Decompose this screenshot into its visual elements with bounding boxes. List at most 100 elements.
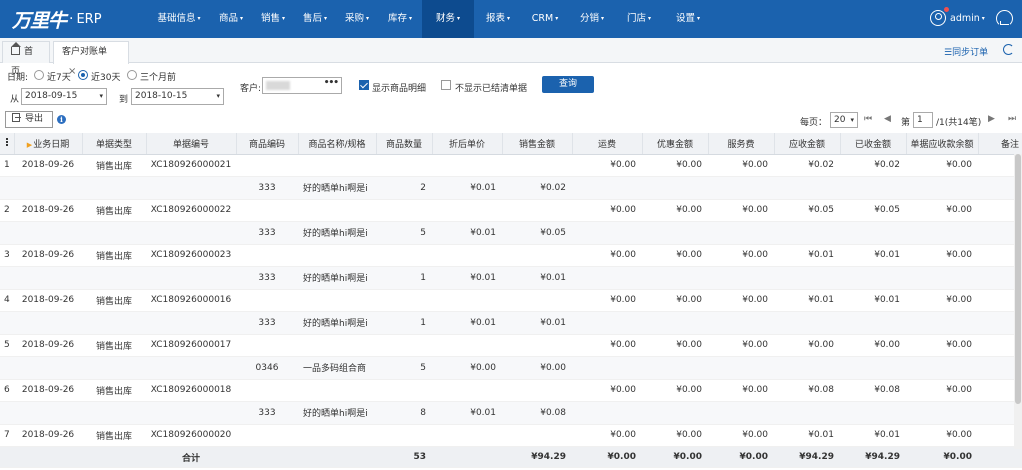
nav-item-5[interactable]: 库存 ▾ — [378, 0, 422, 38]
total-received: ¥94.29 — [840, 446, 906, 468]
nav-item-10[interactable]: 门店 ▾ — [616, 0, 662, 38]
tab-customer-statement[interactable]: 客户对账单× — [53, 41, 129, 77]
column-header-sales-amount[interactable]: 销售金额 — [502, 133, 573, 155]
column-header-doc-no[interactable]: 单据编号 — [146, 133, 237, 155]
first-page-button[interactable]: ⏮ — [864, 114, 872, 124]
column-header-item-code[interactable]: 商品编码 — [236, 133, 299, 155]
table-detail-row[interactable]: 333 好的晒单hi啊是i 5 ¥0.01 ¥0.05 — [0, 221, 1022, 245]
cell-doc-type: 销售出库 — [82, 379, 146, 402]
nav-item-2[interactable]: 销售 ▾ — [252, 0, 294, 38]
chevron-down-icon: ▾ — [197, 15, 201, 22]
hide-settled-checkbox[interactable] — [441, 80, 451, 90]
radio-3months[interactable] — [127, 70, 137, 80]
cell-freight: ¥0.00 — [572, 289, 642, 312]
total-balance: ¥0.00 — [906, 446, 978, 468]
sort-icon: ▶ — [26, 140, 33, 149]
table-detail-row[interactable]: 0346 一品多码组合商 5 ¥0.00 ¥0.00 — [0, 356, 1022, 380]
nav-item-7[interactable]: 报表 ▾ — [474, 0, 522, 38]
table-row[interactable]: 1 2018-09-26 销售出库 XC180926000021 ¥0.00 ¥0.00 ¥… — [0, 154, 1022, 177]
headset-icon[interactable] — [996, 10, 1013, 27]
cell-empty — [708, 356, 774, 380]
cell-received: ¥0.01 — [840, 289, 906, 312]
nav-item-9[interactable]: 分销 ▾ — [568, 0, 616, 38]
show-detail-checkbox[interactable] — [359, 80, 369, 90]
from-date-select[interactable]: 2018-09-15 ▾ — [21, 88, 107, 105]
info-icon[interactable]: i — [57, 115, 66, 124]
chevron-down-icon: ▾ — [240, 15, 244, 22]
cell-doc-no: XC180926000021 — [146, 154, 236, 177]
total-freight: ¥0.00 — [572, 446, 642, 468]
query-button[interactable]: 查询 — [542, 76, 594, 93]
from-label: 从 — [10, 95, 20, 105]
cell-idx: 1 — [0, 154, 14, 177]
nav-item-6[interactable]: 财务 ▾ — [422, 0, 474, 38]
column-header-freight[interactable]: 运费 — [572, 133, 643, 155]
cell-empty — [502, 424, 572, 447]
nav-item-4[interactable]: 采购 ▾ — [336, 0, 378, 38]
column-header-balance[interactable]: 单据应收款余额 — [906, 133, 979, 155]
vertical-scrollbar[interactable] — [1014, 154, 1022, 449]
cell-date: 2018-09-26 — [14, 244, 82, 267]
nav-item-8[interactable]: CRM ▾ — [522, 0, 568, 38]
radio-30days[interactable] — [78, 70, 88, 80]
chevron-down-icon: ▾ — [324, 15, 328, 22]
per-page-select[interactable]: 20 ▾ — [830, 112, 858, 128]
cell-empty — [82, 401, 146, 425]
nav-item-0[interactable]: 基础信息 ▾ — [148, 0, 210, 38]
cell-freight: ¥0.00 — [572, 154, 642, 177]
logo-text: 万里牛 — [12, 9, 67, 32]
chevron-down-icon: ▾ — [555, 15, 559, 22]
refresh-icon[interactable] — [1003, 44, 1014, 55]
table-row[interactable]: 5 2018-09-26 销售出库 XC180926000017 ¥0.00 ¥0.00 ¥… — [0, 334, 1022, 357]
total-label: 合计 — [146, 446, 236, 468]
tab-bar: 首页 客户对账单× — [0, 38, 1022, 77]
sync-orders-link[interactable]: ☰同步订单 — [944, 45, 988, 58]
nav-item-3[interactable]: 售后 ▾ — [294, 0, 336, 38]
table-row[interactable]: 7 2018-09-26 销售出库 XC180926000020 ¥0.00 ¥0.00 ¥… — [0, 424, 1022, 447]
table-detail-row[interactable]: 333 好的晒单hi啊是i 8 ¥0.01 ¥0.08 — [0, 401, 1022, 425]
page-prefix: 第 — [901, 118, 911, 128]
page-number-input[interactable]: 1 — [913, 112, 933, 128]
more-icon[interactable]: ••• — [324, 78, 339, 88]
nav-item-11[interactable]: 设置 ▾ — [662, 0, 714, 38]
brand-logo[interactable]: 万里牛 · ERP — [12, 8, 102, 32]
cell-name: 好的晒单hi啊是i — [298, 311, 376, 335]
column-header-discount[interactable]: 优惠金额 — [642, 133, 709, 155]
prev-page-button[interactable]: ◀ — [884, 114, 891, 124]
column-header-item-name[interactable]: 商品名称/规格 — [298, 133, 377, 155]
cell-doc-type: 销售出库 — [82, 199, 146, 222]
top-nav-bar: 万里牛 · ERP 基础信息 ▾ 商品 ▾ 销售 ▾ 售后 ▾ 采购 ▾ 库存 ▾ 财务 ▾ 报表 ▾ CRM ▾… — [0, 0, 1022, 38]
cell-empty — [376, 154, 432, 177]
radio-7days[interactable] — [34, 70, 44, 80]
table-row[interactable]: 2 2018-09-26 销售出库 XC180926000022 ¥0.00 ¥0.00 ¥… — [0, 199, 1022, 222]
tab-home[interactable]: 首页 — [2, 41, 50, 77]
column-header-remark[interactable]: 备注 — [978, 133, 1022, 155]
table-detail-row[interactable]: 333 好的晒单hi啊是i 1 ¥0.01 ¥0.01 — [0, 266, 1022, 290]
customer-input[interactable]: ••• — [262, 77, 342, 94]
user-menu[interactable]: admin ▾ — [930, 7, 985, 26]
to-date-select[interactable]: 2018-10-15 ▾ — [131, 88, 224, 105]
cell-empty — [642, 266, 708, 290]
column-header-unit-price[interactable]: 折后单价 — [432, 133, 503, 155]
table-row[interactable]: 4 2018-09-26 销售出库 XC180926000016 ¥0.00 ¥0.00 ¥… — [0, 289, 1022, 312]
last-page-button[interactable]: ⏭ — [1008, 114, 1016, 124]
table-row[interactable]: 6 2018-09-26 销售出库 XC180926000018 ¥0.00 ¥0.00 ¥… — [0, 379, 1022, 402]
export-button[interactable]: 导出 — [5, 111, 53, 128]
column-header-service-fee[interactable]: 服务费 — [708, 133, 775, 155]
scrollbar-thumb[interactable] — [1015, 154, 1021, 404]
statement-grid: ▶业务日期 单据类型 单据编号 商品编码 商品名称/规格 商品数量 折后单价 销… — [0, 133, 1022, 470]
cell-empty — [432, 379, 502, 402]
column-header-quantity[interactable]: 商品数量 — [376, 133, 433, 155]
cell-freight: ¥0.00 — [572, 379, 642, 402]
table-detail-row[interactable]: 333 好的晒单hi啊是i 1 ¥0.01 ¥0.01 — [0, 311, 1022, 335]
cell-date: 2018-09-26 — [14, 289, 82, 312]
column-header-doc-type[interactable]: 单据类型 — [82, 133, 147, 155]
column-handle[interactable] — [0, 133, 15, 155]
column-header-date[interactable]: ▶业务日期 — [14, 133, 83, 155]
column-header-received[interactable]: 已收金额 — [840, 133, 907, 155]
next-page-button[interactable]: ▶ — [988, 114, 995, 124]
table-detail-row[interactable]: 333 好的晒单hi啊是i 2 ¥0.01 ¥0.02 — [0, 176, 1022, 200]
column-header-receivable[interactable]: 应收金额 — [774, 133, 841, 155]
table-row[interactable]: 3 2018-09-26 销售出库 XC180926000023 ¥0.00 ¥0.00 ¥… — [0, 244, 1022, 267]
nav-item-1[interactable]: 商品 ▾ — [210, 0, 252, 38]
